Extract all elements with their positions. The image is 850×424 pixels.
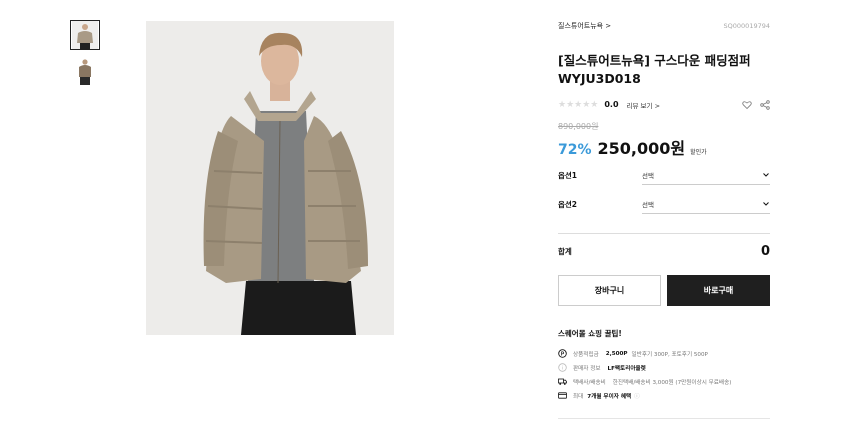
rating-stars: ★★★★★ — [558, 99, 599, 110]
tip-points-sub: 일반후기 300P, 포토후기 500P — [631, 351, 708, 358]
option-2-select[interactable]: 선택 — [642, 194, 770, 214]
share-icon[interactable] — [760, 95, 770, 114]
option-2-label: 옵션2 — [558, 199, 578, 209]
svg-text:i: i — [562, 365, 563, 371]
thumbnail-1[interactable] — [70, 20, 100, 50]
divider — [558, 418, 770, 419]
product-title: [질스튜어트뉴욕] 구스다운 패딩점퍼 WYJU3D018 — [558, 52, 770, 88]
info-icon[interactable]: ⓘ — [634, 392, 640, 400]
product-code: SQ000019794 — [723, 22, 770, 30]
thumbnail-2[interactable] — [70, 56, 100, 86]
sale-price-tag: 할인가 — [690, 149, 707, 156]
option-2-row: 옵션2 선택 — [558, 194, 770, 214]
tip-installment-label: 최대 — [573, 393, 584, 400]
original-price: 890,000원 — [558, 122, 599, 131]
tip-delivery-label: 택배사/배송비 — [573, 379, 606, 386]
tip-row-points: P 상품적립금 2,500P 일반후기 300P, 포토후기 500P — [558, 349, 770, 358]
rating-row: ★★★★★ 0.0 리뷰 보기 > — [558, 95, 770, 114]
tip-points-label: 상품적립금 — [573, 351, 599, 358]
heart-icon[interactable] — [742, 95, 752, 114]
buy-now-button[interactable]: 바로구매 — [667, 275, 770, 306]
tip-row-delivery: 택배사/배송비 한진택배/배송비 3,000원 (7만원이상시 무료배송) — [558, 377, 770, 386]
tip-installment-strong: 7개월 무이자 혜택 — [587, 393, 632, 400]
product-topline: 질스튜어트뉴욕 > SQ000019794 — [558, 21, 770, 31]
total-value: 0 — [760, 244, 770, 259]
option-1-label: 옵션1 — [558, 170, 578, 180]
thumbnail-list — [70, 20, 100, 92]
tip-seller-label: 판매자 정보 — [573, 365, 601, 372]
chevron-down-icon — [763, 201, 769, 206]
card-icon — [558, 391, 567, 400]
thumbnail-1-image — [72, 21, 98, 49]
truck-icon — [558, 377, 567, 386]
review-link[interactable]: 리뷰 보기 > — [627, 100, 661, 110]
price-row: 72% 250,000원 할인가 — [558, 135, 707, 159]
total-label: 합계 — [558, 247, 572, 256]
rating-score: 0.0 — [604, 100, 619, 109]
tip-seller-strong[interactable]: LF팩토리아울렛 — [608, 364, 646, 372]
info-icon: i — [558, 363, 567, 372]
sale-price: 250,000원 — [597, 139, 686, 158]
thumbnail-2-image — [72, 57, 98, 85]
tip-row-seller: i 판매자 정보 LF팩토리아울렛 — [558, 363, 770, 372]
divider — [558, 233, 770, 234]
tip-row-installment: 최대 7개월 무이자 혜택 ⓘ — [558, 391, 770, 400]
shopping-tips-title: 스퀘어몰 쇼핑 꿀팁! — [558, 329, 622, 338]
option-1-select[interactable]: 선택 — [642, 165, 770, 185]
point-icon: P — [558, 349, 567, 358]
chevron-down-icon — [763, 172, 769, 177]
brand-link[interactable]: 질스튜어트뉴욕 > — [558, 21, 611, 31]
add-to-cart-button[interactable]: 장바구니 — [558, 275, 661, 306]
product-main-image — [146, 21, 394, 335]
option-1-row: 옵션1 선택 — [558, 165, 770, 185]
discount-rate: 72% — [558, 142, 592, 158]
total-row: 합계 0 — [558, 244, 770, 259]
product-title-line2: WYJU3D018 — [558, 71, 641, 86]
tip-delivery-sub: 한진택배/배송비 3,000원 (7만원이상시 무료배송) — [612, 379, 732, 386]
tip-points-strong: 2,500P — [605, 350, 628, 357]
option-1-value: 선택 — [642, 171, 654, 180]
option-2-value: 선택 — [642, 200, 654, 209]
product-title-line1: [질스튜어트뉴욕] 구스다운 패딩점퍼 — [558, 53, 751, 68]
